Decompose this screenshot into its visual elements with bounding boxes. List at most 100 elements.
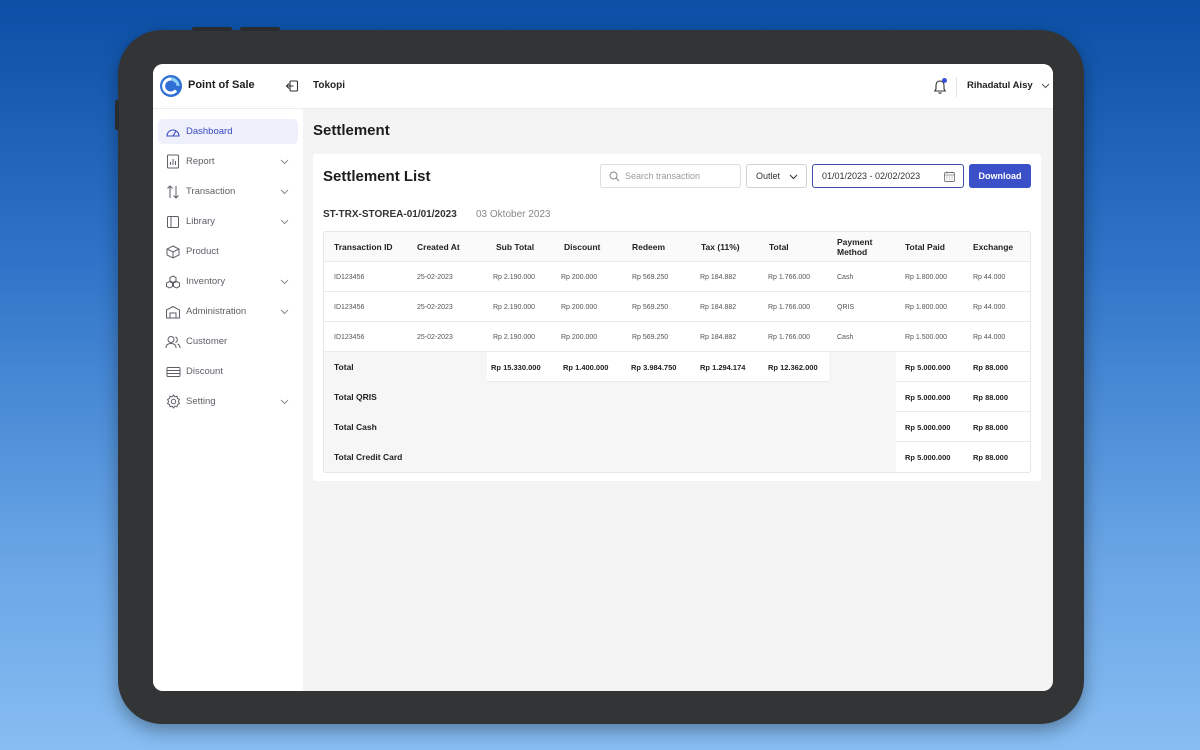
app-name: Point of Sale — [188, 79, 255, 91]
cell-tax: Rp 184.882 — [700, 273, 737, 281]
cell-payment-method: QRIS — [837, 303, 855, 311]
sidebar-item-label: Library — [186, 216, 216, 227]
chevron-down-icon — [280, 219, 289, 225]
card-title: Settlement List — [323, 168, 431, 185]
sidebar-item-library[interactable]: Library — [158, 209, 298, 234]
summary-exchange: Rp 88.000 — [973, 452, 1009, 462]
total-label: Total — [334, 362, 354, 372]
table-summary-row: Total Cash Rp 5.000.000 Rp 88.000 — [324, 412, 1030, 442]
table-row[interactable]: ID123456 25-02-2023 Rp 2.190.000 Rp 200.… — [324, 292, 1030, 322]
sidebar-item-dashboard[interactable]: Dashboard — [158, 119, 298, 144]
outlet-select[interactable]: Outlet — [746, 164, 807, 188]
table-row[interactable]: ID123456 25-02-2023 Rp 2.190.000 Rp 200.… — [324, 322, 1030, 352]
date-range-value: 01/01/2023 - 02/02/2023 — [822, 171, 921, 181]
cell-redeem: Rp 569.250 — [632, 273, 669, 281]
table-total-row: Total Rp 15.330.000 Rp 1.400.000 Rp 3.98… — [324, 352, 1030, 382]
settlement-card: Settlement List Search transaction Outle… — [313, 154, 1041, 481]
sidebar-item-label: Transaction — [186, 186, 236, 197]
cell-total-paid: Rp 1.500.000 — [905, 333, 948, 341]
sidebar-item-label: Product — [186, 246, 219, 257]
total-total: Rp 12.362.000 — [768, 362, 818, 372]
column-header: Tax (11%) — [701, 242, 740, 252]
tablet-button — [192, 27, 232, 31]
sidebar-item-label: Report — [186, 156, 215, 167]
column-header: Total Paid — [905, 242, 945, 252]
tablet-button — [115, 100, 119, 130]
tablet-frame: Point of Sale Tokopi Rihadatul Aisy Dash… — [115, 27, 1084, 724]
cell-tax: Rp 184.882 — [700, 333, 737, 341]
sidebar-item-product[interactable]: Product — [158, 239, 298, 264]
page-title: Settlement — [313, 122, 390, 139]
chevron-down-icon — [789, 174, 798, 179]
library-icon — [165, 214, 181, 230]
cell-total: Rp 1.766.000 — [768, 303, 811, 311]
cell-created-at: 25-02-2023 — [417, 273, 453, 281]
summary-total-paid: Rp 5.000.000 — [905, 392, 951, 402]
report-icon — [165, 154, 181, 170]
divider — [956, 77, 957, 97]
total-exchange: Rp 88.000 — [973, 362, 1009, 372]
column-header: Sub Total — [496, 242, 535, 252]
table-row[interactable]: ID123456 25-02-2023 Rp 2.190.000 Rp 200.… — [324, 262, 1030, 292]
column-header: Total — [769, 242, 789, 252]
product-icon — [165, 244, 181, 260]
column-header: Redeem — [632, 242, 666, 252]
summary-label: Total QRIS — [334, 392, 377, 402]
cell-payment-method: Cash — [837, 273, 854, 281]
cell-created-at: 25-02-2023 — [417, 303, 453, 311]
chevron-down-icon — [280, 279, 289, 285]
calendar-icon — [944, 171, 955, 182]
sidebar-item-label: Discount — [186, 366, 223, 377]
table-summary-row: Total Credit Card Rp 5.000.000 Rp 88.000 — [324, 442, 1030, 472]
sidebar-item-customer[interactable]: Customer — [158, 329, 298, 354]
sidebar-item-transaction[interactable]: Transaction — [158, 179, 298, 204]
summary-label: Total Credit Card — [334, 452, 403, 462]
sidebar-item-administration[interactable]: Administration — [158, 299, 298, 324]
app-logo-icon — [160, 75, 182, 97]
cell-total-paid: Rp 1.800.000 — [905, 273, 948, 281]
sidebar-item-report[interactable]: Report — [158, 149, 298, 174]
sidebar-item-label: Administration — [186, 306, 247, 317]
chevron-down-icon — [280, 309, 289, 315]
sidebar: Dashboard Report Transaction Library Pro… — [153, 109, 303, 691]
notification-button[interactable] — [933, 78, 947, 95]
cell-exchange: Rp 44.000 — [973, 333, 1006, 341]
cell-tax: Rp 184.882 — [700, 303, 737, 311]
total-tax: Rp 1.294.174 — [700, 362, 746, 372]
cell-exchange: Rp 44.000 — [973, 303, 1006, 311]
summary-exchange: Rp 88.000 — [973, 392, 1009, 402]
search-input[interactable]: Search transaction — [600, 164, 741, 188]
sidebar-item-inventory[interactable]: Inventory — [158, 269, 298, 294]
chevron-down-icon — [1041, 83, 1049, 89]
tablet-button — [240, 27, 280, 31]
transaction-icon — [165, 184, 181, 200]
sidebar-item-setting[interactable]: Setting — [158, 389, 298, 414]
column-header: Exchange — [973, 242, 1014, 252]
total-row-shade — [829, 352, 896, 382]
settlement-table: Transaction ID Created At Sub Total Disc… — [323, 231, 1031, 473]
download-button[interactable]: Download — [969, 164, 1031, 188]
date-range-picker[interactable]: 01/01/2023 - 02/02/2023 — [812, 164, 964, 188]
inventory-icon — [165, 274, 181, 290]
cell-total: Rp 1.766.000 — [768, 333, 811, 341]
outlet-label: Outlet — [756, 171, 781, 181]
summary-label: Total Cash — [334, 422, 377, 432]
total-total-paid: Rp 5.000.000 — [905, 362, 951, 372]
table-header-row: Transaction ID Created At Sub Total Disc… — [324, 232, 1030, 262]
cell-total: Rp 1.766.000 — [768, 273, 811, 281]
cell-exchange: Rp 44.000 — [973, 273, 1006, 281]
column-header: Created At — [417, 242, 460, 252]
cell-created-at: 25-02-2023 — [417, 333, 453, 341]
cell-redeem: Rp 569.250 — [632, 333, 669, 341]
chevron-down-icon — [280, 399, 289, 405]
settlement-batch-id: ST-TRX-STOREA-01/01/2023 — [323, 209, 457, 220]
sidebar-item-discount[interactable]: Discount — [158, 359, 298, 384]
app-screen: Point of Sale Tokopi Rihadatul Aisy Dash… — [153, 64, 1053, 691]
cell-payment-method: Cash — [837, 333, 854, 341]
collapse-sidebar-icon[interactable] — [285, 79, 299, 93]
user-menu[interactable]: Rihadatul Aisy — [967, 80, 1050, 91]
discount-icon — [165, 364, 181, 380]
summary-row-shade — [324, 412, 896, 442]
chevron-down-icon — [280, 159, 289, 165]
sidebar-item-label: Setting — [186, 396, 216, 407]
